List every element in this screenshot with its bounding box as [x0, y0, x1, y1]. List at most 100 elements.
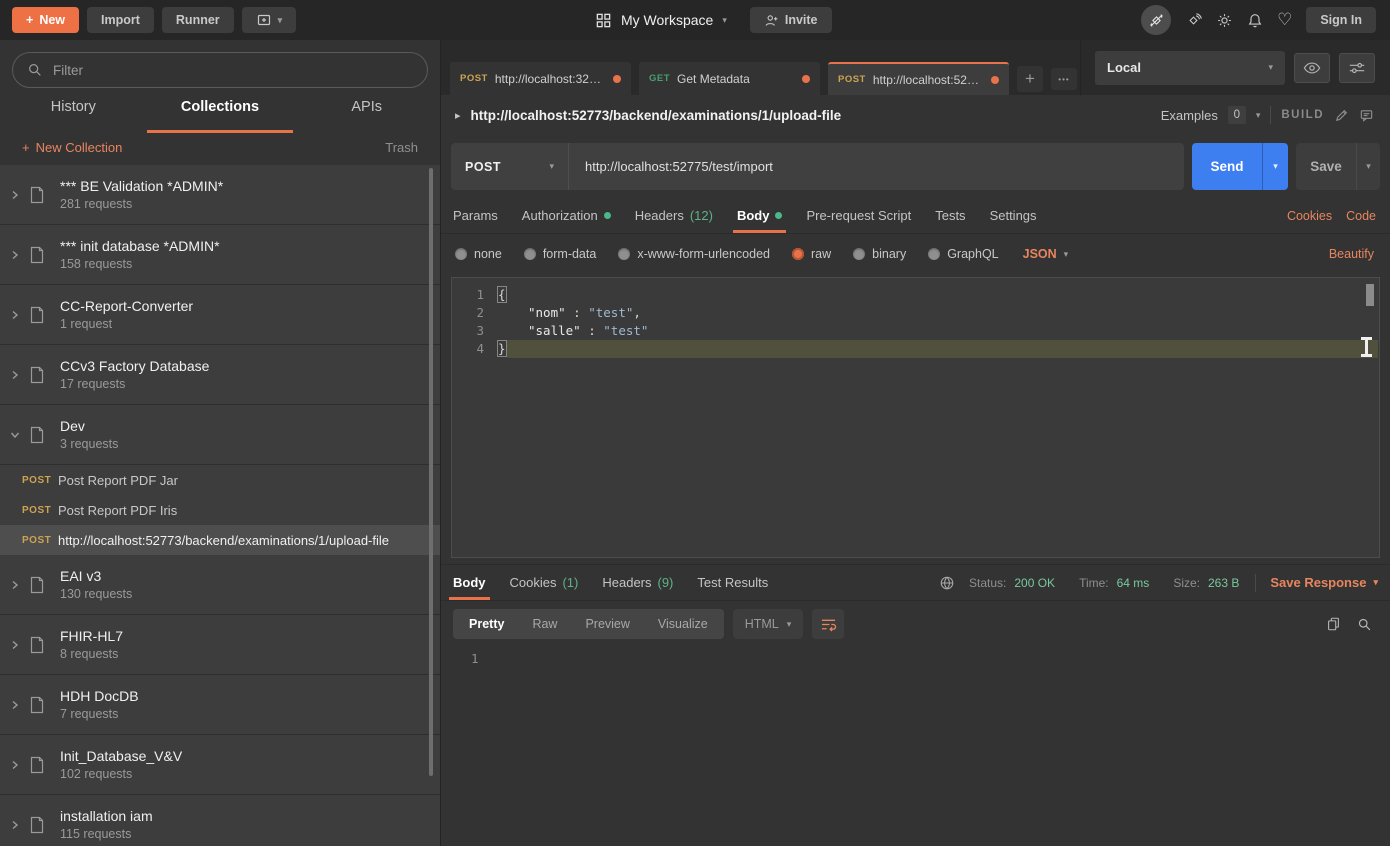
- mode-binary[interactable]: binary: [853, 247, 906, 261]
- new-button[interactable]: + New: [12, 7, 79, 33]
- trash-button[interactable]: Trash: [385, 140, 418, 155]
- tab-params[interactable]: Params: [453, 198, 498, 233]
- mode-form-data[interactable]: form-data: [524, 247, 597, 261]
- collection-row[interactable]: *** BE Validation *ADMIN* 281 requests: [0, 165, 440, 225]
- url-input[interactable]: http://localhost:52775/test/import: [569, 159, 773, 174]
- chevron-right-icon[interactable]: [10, 190, 24, 200]
- radio-icon: [524, 248, 536, 260]
- open-new-tab-button[interactable]: +: [1017, 66, 1043, 92]
- time-label: Time:: [1079, 576, 1109, 590]
- view-pretty[interactable]: Pretty: [455, 609, 518, 639]
- tab-prerequest-script[interactable]: Pre-request Script: [806, 198, 911, 233]
- request-list-item-selected[interactable]: POST http://localhost:52773/backend/exam…: [0, 525, 440, 555]
- sidebar-scrollbar[interactable]: [429, 168, 433, 776]
- wrap-lines-button[interactable]: [812, 609, 844, 639]
- collection-row[interactable]: Init_Database_V&V 102 requests: [0, 735, 440, 795]
- search-response-icon[interactable]: [1357, 617, 1372, 632]
- chevron-down-icon[interactable]: ▾: [1256, 111, 1261, 120]
- tab-test-results[interactable]: Test Results: [697, 565, 768, 600]
- tab-collections[interactable]: Collections: [147, 95, 294, 127]
- request-tab[interactable]: POST http://localhost:32783/...: [450, 62, 631, 95]
- sync-off-button[interactable]: [1141, 5, 1171, 35]
- chevron-right-icon[interactable]: [10, 700, 24, 710]
- chevron-right-icon[interactable]: [10, 370, 24, 380]
- favorites-button[interactable]: ♡: [1277, 10, 1292, 30]
- mode-raw-selected[interactable]: raw: [792, 247, 831, 261]
- chevron-right-icon[interactable]: [10, 310, 24, 320]
- new-collection-button[interactable]: + New Collection: [22, 140, 122, 155]
- tab-history[interactable]: History: [0, 95, 147, 127]
- environment-settings-button[interactable]: [1339, 53, 1375, 83]
- text-cursor: [1361, 337, 1373, 357]
- sync-button[interactable]: [1185, 12, 1202, 29]
- collection-row[interactable]: installation iam 115 requests: [0, 795, 440, 846]
- save-button[interactable]: Save ▾: [1296, 143, 1380, 190]
- collection-row[interactable]: EAI v3 130 requests: [0, 555, 440, 615]
- environment-quick-look-button[interactable]: [1294, 53, 1330, 83]
- request-list-item[interactable]: POST Post Report PDF Iris: [0, 495, 440, 525]
- save-options-button[interactable]: ▾: [1356, 143, 1380, 190]
- invite-button[interactable]: Invite: [750, 7, 832, 33]
- response-body[interactable]: 1: [441, 643, 1390, 846]
- tab-headers[interactable]: Headers(12): [635, 198, 713, 233]
- collection-row[interactable]: *** init database *ADMIN* 158 requests: [0, 225, 440, 285]
- collection-row[interactable]: HDH DocDB 7 requests: [0, 675, 440, 735]
- build-mode-label[interactable]: BUILD: [1281, 109, 1324, 121]
- code-link[interactable]: Code: [1346, 209, 1376, 223]
- chevron-right-icon[interactable]: [10, 820, 24, 830]
- chevron-right-icon[interactable]: [10, 250, 24, 260]
- editor-scrollbar[interactable]: [1366, 284, 1374, 306]
- method-select[interactable]: POST ▾: [451, 143, 569, 190]
- filter-input[interactable]: [53, 63, 393, 78]
- tab-apis[interactable]: APIs: [293, 95, 440, 127]
- rename-pencil-icon[interactable]: [1334, 108, 1349, 123]
- runner-button[interactable]: Runner: [162, 7, 234, 33]
- language-select[interactable]: JSON ▾: [1023, 247, 1069, 261]
- settings-button[interactable]: [1216, 12, 1233, 29]
- tab-response-cookies[interactable]: Cookies(1): [510, 565, 579, 600]
- collapse-request-icon[interactable]: ▸: [455, 109, 461, 122]
- tab-body[interactable]: Body: [737, 198, 783, 233]
- globe-icon[interactable]: [939, 575, 955, 591]
- notifications-button[interactable]: [1247, 12, 1263, 29]
- beautify-link[interactable]: Beautify: [1329, 247, 1374, 261]
- chevron-down-icon[interactable]: [10, 430, 24, 440]
- view-preview[interactable]: Preview: [571, 609, 643, 639]
- send-button[interactable]: Send ▾: [1192, 143, 1288, 190]
- chevron-right-icon[interactable]: [10, 580, 24, 590]
- new-window-button[interactable]: ▾: [242, 7, 297, 33]
- view-raw[interactable]: Raw: [518, 609, 571, 639]
- tab-response-body[interactable]: Body: [453, 565, 486, 600]
- body-editor[interactable]: 1 { 2 "nom" : "test", 3 "salle" : "test"…: [451, 277, 1380, 558]
- collection-row[interactable]: FHIR-HL7 8 requests: [0, 615, 440, 675]
- collection-row[interactable]: CCv3 Factory Database 17 requests: [0, 345, 440, 405]
- mode-none[interactable]: none: [455, 247, 502, 261]
- cookies-link[interactable]: Cookies: [1287, 209, 1332, 223]
- save-response-button[interactable]: Save Response ▾: [1270, 575, 1378, 590]
- collection-row[interactable]: CC-Report-Converter 1 request: [0, 285, 440, 345]
- request-tab[interactable]: GET Get Metadata: [639, 62, 820, 95]
- view-visualize[interactable]: Visualize: [644, 609, 722, 639]
- collection-icon: [28, 365, 46, 385]
- request-tab-active[interactable]: POST http://localhost:52773/...: [828, 62, 1009, 95]
- mode-graphql[interactable]: GraphQL: [928, 247, 998, 261]
- examples-dropdown[interactable]: Examples: [1161, 108, 1218, 123]
- tab-options-button[interactable]: •••: [1051, 68, 1077, 90]
- tab-authorization[interactable]: Authorization: [522, 198, 611, 233]
- tab-tests[interactable]: Tests: [935, 198, 965, 233]
- collection-row-expanded[interactable]: Dev 3 requests: [0, 405, 440, 465]
- copy-response-icon[interactable]: [1326, 616, 1341, 632]
- send-options-button[interactable]: ▾: [1262, 143, 1288, 190]
- response-format-select[interactable]: HTML ▾: [733, 609, 804, 639]
- sign-in-button[interactable]: Sign In: [1306, 7, 1376, 33]
- request-list-item[interactable]: POST Post Report PDF Jar: [0, 465, 440, 495]
- tab-response-headers[interactable]: Headers(9): [602, 565, 673, 600]
- tab-settings[interactable]: Settings: [990, 198, 1037, 233]
- chevron-right-icon[interactable]: [10, 760, 24, 770]
- mode-urlencoded[interactable]: x-www-form-urlencoded: [618, 247, 770, 261]
- import-button[interactable]: Import: [87, 7, 154, 33]
- environment-select[interactable]: Local ▾: [1095, 51, 1285, 85]
- workspace-switcher[interactable]: My Workspace ▾ Invite: [595, 0, 832, 40]
- comments-icon[interactable]: [1359, 108, 1374, 123]
- chevron-right-icon[interactable]: [10, 640, 24, 650]
